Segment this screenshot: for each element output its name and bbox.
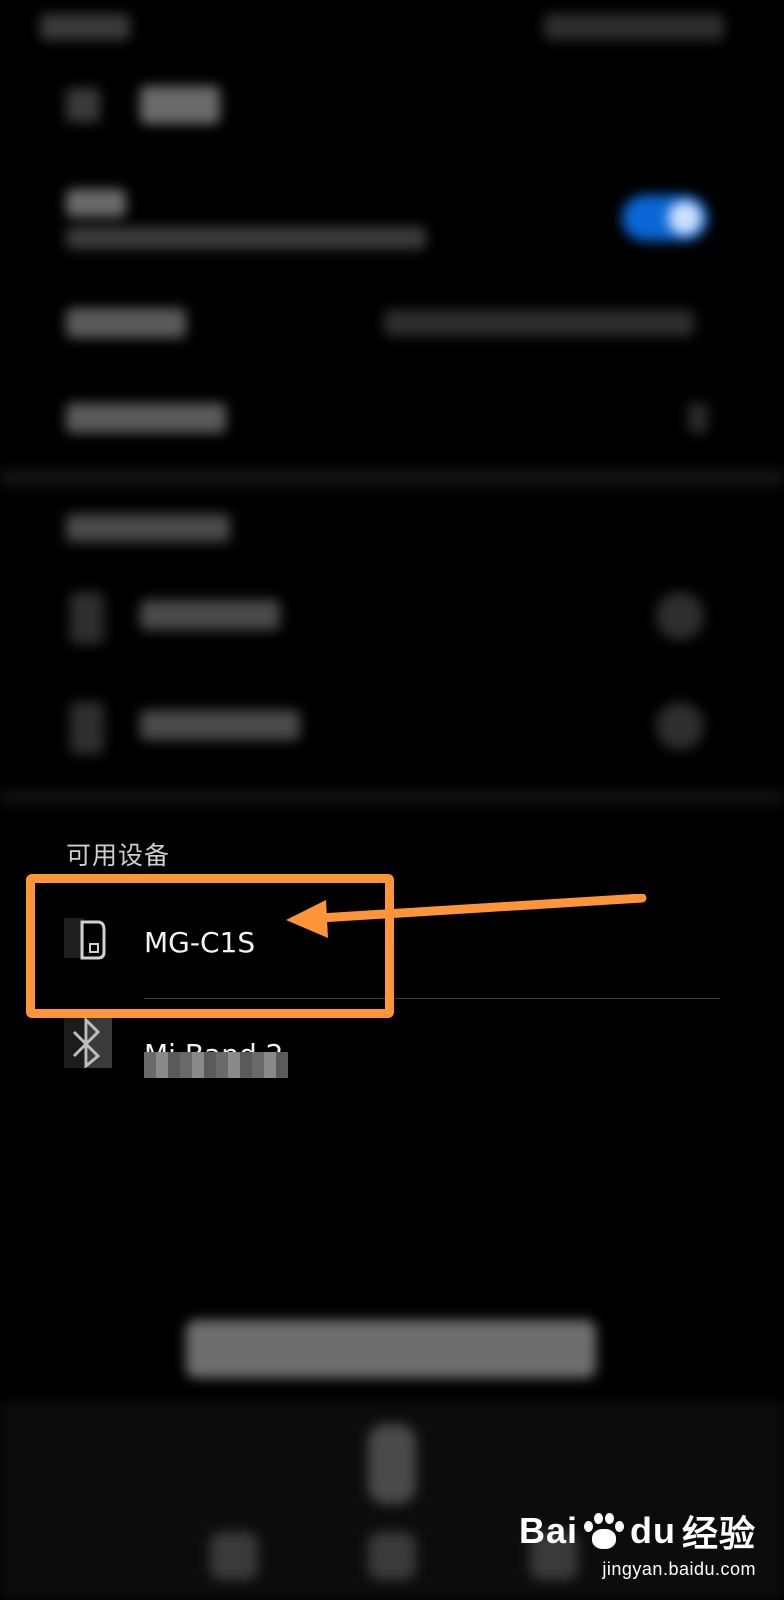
device-icon bbox=[70, 592, 104, 644]
refresh-button[interactable] bbox=[186, 1320, 596, 1378]
received-files-label bbox=[66, 403, 226, 433]
paired-device-item[interactable] bbox=[0, 570, 784, 670]
title-row bbox=[0, 70, 784, 140]
paw-icon bbox=[582, 1511, 626, 1551]
watermark-brand-right: du bbox=[630, 1510, 676, 1551]
home-indicator-icon[interactable] bbox=[368, 1424, 416, 1504]
paired-device-name bbox=[140, 600, 280, 630]
bluetooth-toggle-row[interactable] bbox=[0, 175, 784, 265]
chevron-right-icon bbox=[688, 403, 708, 433]
page-title bbox=[140, 86, 220, 124]
section-divider bbox=[0, 790, 784, 804]
paired-devices-title bbox=[66, 514, 230, 542]
paired-devices-header bbox=[0, 500, 784, 556]
mosaic-redaction bbox=[144, 1052, 288, 1078]
paired-device-item[interactable] bbox=[0, 680, 784, 780]
watermark-brand-cn: 经验 bbox=[681, 1513, 756, 1554]
status-time bbox=[40, 14, 130, 40]
watermark-site: jingyan.baidu.com bbox=[602, 1559, 756, 1579]
home-icon[interactable] bbox=[368, 1532, 416, 1580]
bluetooth-label bbox=[66, 189, 126, 217]
bluetooth-toggle[interactable] bbox=[622, 195, 708, 241]
device-name-label bbox=[66, 308, 186, 338]
back-arrow-icon[interactable] bbox=[66, 88, 100, 122]
device-name-row[interactable] bbox=[0, 290, 784, 360]
watermark-brand-left: Bai bbox=[518, 1510, 578, 1551]
device-name-value bbox=[384, 310, 694, 336]
received-files-row[interactable] bbox=[0, 385, 784, 455]
gear-icon[interactable] bbox=[656, 592, 704, 640]
available-device-item[interactable]: Mi Band 2 bbox=[0, 1008, 784, 1108]
bluetooth-subtitle bbox=[66, 227, 426, 249]
available-devices-header: 可用设备 bbox=[66, 841, 171, 870]
watermark-brand: Bai du 经验 bbox=[519, 1505, 756, 1557]
device-icon bbox=[70, 702, 104, 754]
annotation-arrow-icon bbox=[286, 894, 647, 938]
baidu-watermark: Bai du 经验 jingyan.baidu.com bbox=[519, 1505, 756, 1580]
paired-device-name bbox=[140, 710, 300, 740]
back-icon[interactable] bbox=[210, 1532, 258, 1580]
status-icons bbox=[544, 14, 724, 40]
bluetooth-icon bbox=[64, 1016, 112, 1070]
status-bar bbox=[0, 8, 784, 48]
gear-icon[interactable] bbox=[656, 702, 704, 750]
section-divider bbox=[0, 470, 784, 486]
